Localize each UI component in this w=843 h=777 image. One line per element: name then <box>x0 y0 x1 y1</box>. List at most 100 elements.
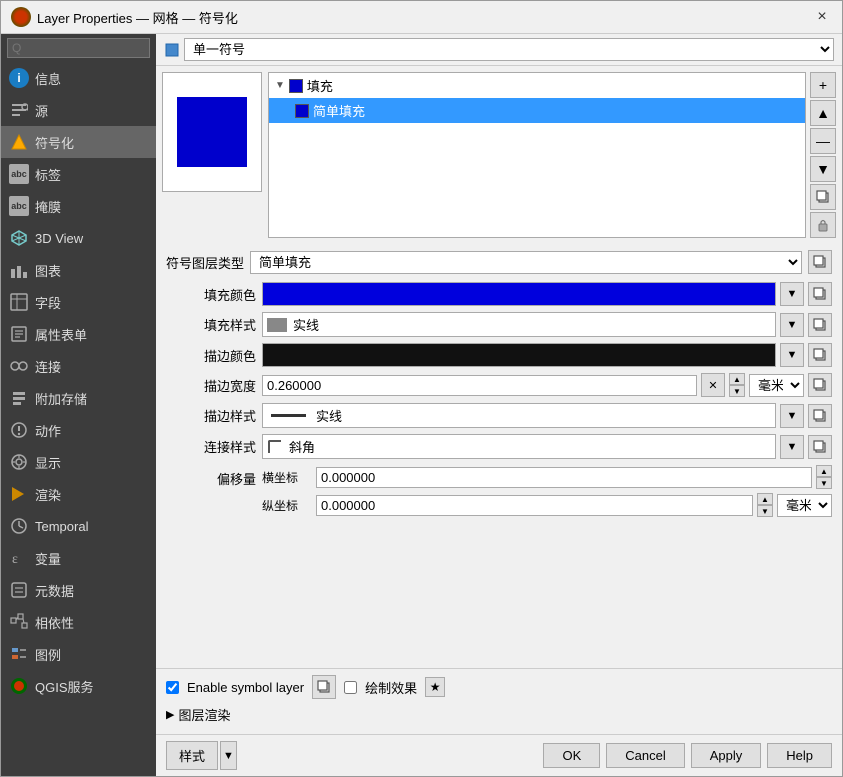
lock-button[interactable] <box>810 212 836 238</box>
sidebar-label-legend: 图例 <box>35 645 61 664</box>
info-icon: i <box>9 68 29 88</box>
sidebar-label-metadata: 元数据 <box>35 581 74 600</box>
stroke-color-copy-btn[interactable] <box>808 343 832 367</box>
enable-symbol-copy[interactable] <box>312 675 336 699</box>
sidebar-item-legend[interactable]: 图例 <box>1 638 156 670</box>
offset-x-down-btn[interactable]: ▼ <box>816 477 832 489</box>
move-up-button[interactable]: ▲ <box>810 100 836 126</box>
fill-color-picker-btn[interactable]: ▼ <box>780 282 804 306</box>
style-dropdown-btn[interactable]: ▼ <box>220 741 237 770</box>
sidebar-item-metadata[interactable]: 元数据 <box>1 574 156 606</box>
sidebar-label-chart: 图表 <box>35 261 61 280</box>
sidebar-label-variable: 变量 <box>35 549 61 568</box>
tree-row-simple-fill[interactable]: 简单填充 <box>269 98 805 123</box>
join-style-control: 斜角 ▼ <box>262 434 832 459</box>
fill-style-copy-btn[interactable] <box>808 313 832 337</box>
sidebar-item-display[interactable]: 显示 <box>1 446 156 478</box>
close-button[interactable]: × <box>812 7 832 27</box>
duplicate-button[interactable] <box>810 184 836 210</box>
offset-label: 偏移量 <box>166 465 256 488</box>
add-layer-button[interactable]: + <box>810 72 836 98</box>
fill-color-copy-btn[interactable] <box>808 282 832 306</box>
render-type-select[interactable]: 单一符号 <box>184 38 834 61</box>
stroke-style-value: 实线 <box>316 406 342 425</box>
join-style-copy-btn[interactable] <box>808 435 832 459</box>
cancel-button[interactable]: Cancel <box>606 743 684 768</box>
stroke-style-box[interactable]: 实线 <box>262 403 776 428</box>
enable-symbol-checkbox[interactable] <box>166 681 179 694</box>
sidebar-item-attrform[interactable]: 属性表单 <box>1 318 156 350</box>
qgis-icon <box>9 676 29 696</box>
sidebar-item-chart[interactable]: 图表 <box>1 254 156 286</box>
draw-effect-label: 绘制效果 <box>365 678 417 697</box>
sidebar-item-info[interactable]: i 信息 <box>1 62 156 94</box>
symbol-type-copy-btn[interactable] <box>808 250 832 274</box>
ok-button[interactable]: OK <box>543 743 600 768</box>
stroke-color-bar[interactable] <box>262 343 776 367</box>
legend-icon <box>9 644 29 664</box>
stroke-width-clear-btn[interactable]: ✕ <box>701 373 725 397</box>
render-icon <box>9 484 29 504</box>
sidebar-item-source[interactable]: 源 <box>1 94 156 126</box>
stroke-width-input[interactable] <box>262 375 697 396</box>
join-style-icon <box>267 439 283 455</box>
sidebar-item-join[interactable]: 连接 <box>1 350 156 382</box>
symbol-type-select[interactable]: 简单填充 <box>250 251 802 274</box>
layer-render-section[interactable]: ▶ 图层渲染 <box>166 705 832 724</box>
join-style-dropdown-btn[interactable]: ▼ <box>780 435 804 459</box>
offset-x-spin: ▲ ▼ <box>816 465 832 489</box>
sidebar-item-dependency[interactable]: 相依性 <box>1 606 156 638</box>
offset-y-input[interactable] <box>316 495 753 516</box>
sidebar-item-variable[interactable]: ε 变量 <box>1 542 156 574</box>
apply-button[interactable]: Apply <box>691 743 762 768</box>
dep-icon <box>9 612 29 632</box>
sidebar-label-attrform: 属性表单 <box>35 325 87 344</box>
sidebar-item-qgis[interactable]: QGIS服务 <box>1 670 156 702</box>
remove-layer-button[interactable]: — <box>810 128 836 154</box>
offset-y-down-btn[interactable]: ▼ <box>757 505 773 517</box>
offset-x-input[interactable] <box>316 467 812 488</box>
fill-color-label: 填充颜色 <box>166 285 256 304</box>
stroke-style-copy-btn[interactable] <box>808 404 832 428</box>
tree-expand-arrow: ▼ <box>275 80 285 91</box>
fill-style-dropdown-btn[interactable]: ▼ <box>780 313 804 337</box>
main-window: Layer Properties — 网格 — 符号化 × i 信息 源 <box>0 0 843 777</box>
layer-render-label: 图层渲染 <box>178 705 230 724</box>
properties-area: 符号图层类型 简单填充 填充颜色 ▼ <box>156 244 842 668</box>
sidebar-item-mask[interactable]: abc 掩膜 <box>1 190 156 222</box>
sidebar-item-actions[interactable]: 动作 <box>1 414 156 446</box>
sidebar-item-temporal[interactable]: Temporal <box>1 510 156 542</box>
sidebar-item-field[interactable]: 字段 <box>1 286 156 318</box>
join-style-box[interactable]: 斜角 <box>262 434 776 459</box>
draw-effect-checkbox[interactable] <box>344 681 357 694</box>
sidebar-label-info: 信息 <box>35 69 61 88</box>
stroke-color-picker-btn[interactable]: ▼ <box>780 343 804 367</box>
sidebar-item-aux[interactable]: 附加存储 <box>1 382 156 414</box>
stroke-width-copy-btn[interactable] <box>808 373 832 397</box>
help-button[interactable]: Help <box>767 743 832 768</box>
stroke-width-up-btn[interactable]: ▲ <box>729 373 745 385</box>
style-button[interactable]: 样式 <box>166 741 218 770</box>
stroke-width-unit-select[interactable]: 毫米 <box>749 374 804 397</box>
tree-row-fill[interactable]: ▼ 填充 <box>269 73 805 98</box>
sidebar-item-label[interactable]: abc 标签 <box>1 158 156 190</box>
stroke-style-dropdown-btn[interactable]: ▼ <box>780 404 804 428</box>
render-expand-arrow: ▶ <box>166 708 174 721</box>
search-input[interactable] <box>7 38 150 58</box>
offset-unit-select[interactable]: 毫米 <box>777 494 832 517</box>
sidebar-item-symbolization[interactable]: 符号化 <box>1 126 156 158</box>
sidebar-label-actions: 动作 <box>35 421 61 440</box>
fill-style-box[interactable]: 实线 <box>262 312 776 337</box>
label-icon: abc <box>9 164 29 184</box>
draw-effect-star-btn[interactable]: ★ <box>425 677 445 697</box>
offset-x-up-btn[interactable]: ▲ <box>816 465 832 477</box>
offset-y-up-btn[interactable]: ▲ <box>757 493 773 505</box>
sidebar-label-temporal: Temporal <box>35 519 88 534</box>
tree-side-buttons: + ▲ — ▼ <box>810 72 836 238</box>
fill-color-bar[interactable] <box>262 282 776 306</box>
move-down-button[interactable]: ▼ <box>810 156 836 182</box>
sidebar-item-3dview[interactable]: 3D View <box>1 222 156 254</box>
sidebar-item-render[interactable]: 渲染 <box>1 478 156 510</box>
temporal-icon <box>9 516 29 536</box>
stroke-width-down-btn[interactable]: ▼ <box>729 385 745 397</box>
